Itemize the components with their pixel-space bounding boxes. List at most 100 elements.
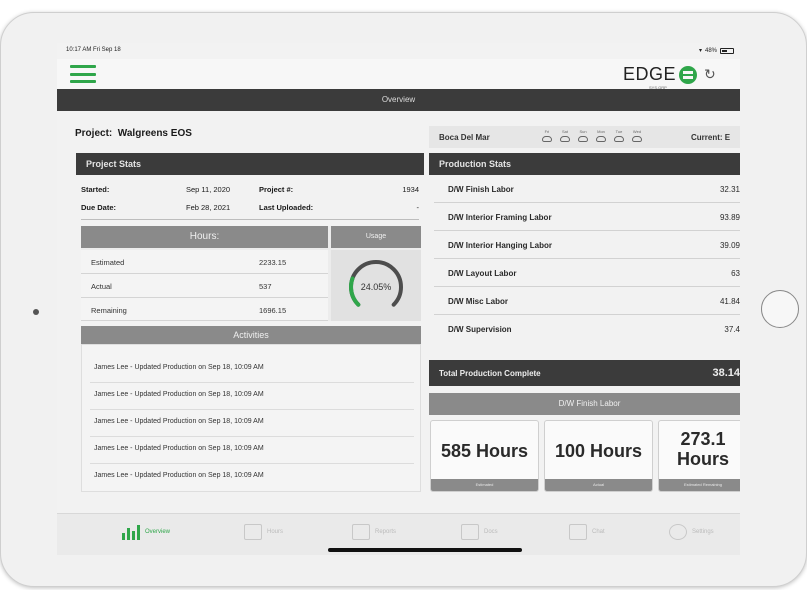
production-label: D/W Interior Framing Labor <box>448 213 552 222</box>
reports-icon <box>352 524 370 540</box>
hours-label: Actual <box>91 282 112 291</box>
battery-icon <box>720 47 734 54</box>
production-row[interactable]: D/W Interior Hanging Labor 39.09 <box>434 231 740 259</box>
last-uploaded-label: Last Uploaded: <box>259 203 314 212</box>
hours-row-actual: Actual 537 <box>81 274 328 298</box>
tab-chat[interactable]: Chat <box>569 524 605 540</box>
production-row[interactable]: D/W Supervision 37.4 <box>434 315 740 343</box>
metric-caption: Estimated <box>431 479 538 491</box>
tab-hours[interactable]: Hours <box>244 524 283 540</box>
bar-chart-icon <box>122 524 140 540</box>
metric-value: 273.1 Hours <box>659 429 740 469</box>
tab-label: Chat <box>592 529 605 535</box>
production-label: D/W Layout Labor <box>448 269 517 278</box>
hours-header: Hours: <box>81 226 328 248</box>
gear-icon <box>669 524 687 540</box>
hours-label: Estimated <box>91 258 125 267</box>
hours-row-estimated: Estimated 2233.15 <box>81 250 328 274</box>
hours-value: 2233.15 <box>259 258 287 267</box>
finish-labor-header[interactable]: D/W Finish Labor <box>429 393 740 415</box>
activity-item: James Lee - Updated Production on Sep 18… <box>94 391 264 398</box>
tab-overview[interactable]: Overview <box>122 524 170 540</box>
stats-row-due: Due Date: Feb 28, 2021 Last Uploaded: - <box>81 203 419 215</box>
cloud-icon <box>560 136 570 142</box>
cloud-icon <box>578 136 588 142</box>
activities-list: James Lee - Updated Production on Sep 18… <box>81 344 421 492</box>
cloud-icon <box>632 136 642 142</box>
activity-divider <box>90 409 414 410</box>
battery-percent: 48% <box>704 47 717 54</box>
production-value: 37.4 <box>724 325 740 334</box>
app-header: EDGE SYS.GRP ↻ <box>57 59 740 90</box>
metric-caption: Estimated Remaining <box>659 479 740 491</box>
activity-item: James Lee - Updated Production on Sep 18… <box>94 472 264 479</box>
production-value: 32.31 <box>719 185 740 194</box>
total-production-bar: Total Production Complete 38.14 <box>429 360 740 386</box>
tab-label: Docs <box>484 529 498 535</box>
usage-header: Usage <box>331 226 421 248</box>
weather-days: Fri Sat Sun Mon Tue Wed <box>540 129 644 142</box>
tab-label: Hours <box>267 529 284 535</box>
cloud-icon <box>542 136 552 142</box>
edge-logo: EDGE SYS.GRP ↻ <box>623 64 716 90</box>
hours-value: 1696.15 <box>259 306 287 315</box>
menu-icon[interactable] <box>70 65 96 83</box>
activity-divider <box>90 436 414 437</box>
home-indicator[interactable] <box>328 548 522 552</box>
metric-actual-card: 100 Hours Actual <box>544 420 653 492</box>
refresh-icon[interactable]: ↻ <box>704 66 716 83</box>
production-row[interactable]: D/W Finish Labor 32.31 <box>434 175 740 203</box>
metric-value: 100 Hours <box>554 441 643 461</box>
project-stats-header: Project Stats <box>76 153 424 175</box>
activity-divider <box>90 382 414 383</box>
project-number-label: Project #: <box>259 185 294 194</box>
production-value: 93.89 <box>719 213 740 222</box>
tab-docs[interactable]: Docs <box>461 524 498 540</box>
stats-row-started: Started: Sep 11, 2020 Project #: 1934 <box>81 185 419 197</box>
front-camera <box>33 309 39 315</box>
production-row[interactable]: D/W Layout Labor 63 <box>434 259 740 287</box>
metric-value: 585 Hours <box>440 441 529 461</box>
page-title: Overview <box>57 89 740 111</box>
tab-settings[interactable]: Settings <box>669 524 714 540</box>
gauge-fill <box>349 276 361 307</box>
production-stats-header: Production Stats <box>429 153 740 175</box>
project-number-value: 1934 <box>402 185 419 194</box>
last-uploaded-value: - <box>416 203 420 212</box>
production-row[interactable]: D/W Interior Framing Labor 93.89 <box>434 203 740 231</box>
weather-current: Current: E <box>691 133 731 142</box>
activity-divider <box>90 463 414 464</box>
production-label: D/W Misc Labor <box>448 297 509 306</box>
hours-row-remaining: Remaining 1696.15 <box>81 298 328 321</box>
metric-caption: Actual <box>545 479 652 491</box>
activity-item: James Lee - Updated Production on Sep 18… <box>94 364 264 371</box>
metric-value-line2: Hours <box>676 449 729 469</box>
metric-remaining-card: 273.1 Hours Estimated Remaining <box>658 420 740 492</box>
cloud-icon <box>596 136 606 142</box>
production-value: 39.09 <box>719 241 740 250</box>
metric-value-line1: 273.1 <box>680 429 726 449</box>
wifi-icon: ▾ <box>698 48 702 54</box>
tab-reports[interactable]: Reports <box>352 524 396 540</box>
weather-day: Tue <box>612 129 626 142</box>
hours-label: Remaining <box>91 306 127 315</box>
weather-day: Sat <box>558 129 572 142</box>
project-name: Walgreens EOS <box>117 128 192 139</box>
usage-gauge-svg: 24.05% <box>349 260 403 307</box>
home-button[interactable] <box>761 290 799 328</box>
total-production-value: 38.14 <box>712 367 740 379</box>
production-value: 41.84 <box>719 297 740 306</box>
activity-item: James Lee - Updated Production on Sep 18… <box>94 418 264 425</box>
started-value: Sep 11, 2020 <box>186 185 231 194</box>
production-label: D/W Interior Hanging Labor <box>448 241 552 250</box>
tab-label: Overview <box>145 529 171 535</box>
project-label: Project: <box>75 128 113 139</box>
weather-day: Sun <box>576 129 590 142</box>
tab-label: Settings <box>692 529 714 535</box>
status-bar: 10:17 AM Fri Sep 18 ▾ 48% <box>57 43 740 59</box>
production-row[interactable]: D/W Misc Labor 41.84 <box>434 287 740 315</box>
stats-divider <box>81 219 419 220</box>
project-title: Project: Walgreens EOS <box>75 128 192 139</box>
due-date-value: Feb 28, 2021 <box>186 203 231 212</box>
weather-day: Wed <box>630 129 644 142</box>
